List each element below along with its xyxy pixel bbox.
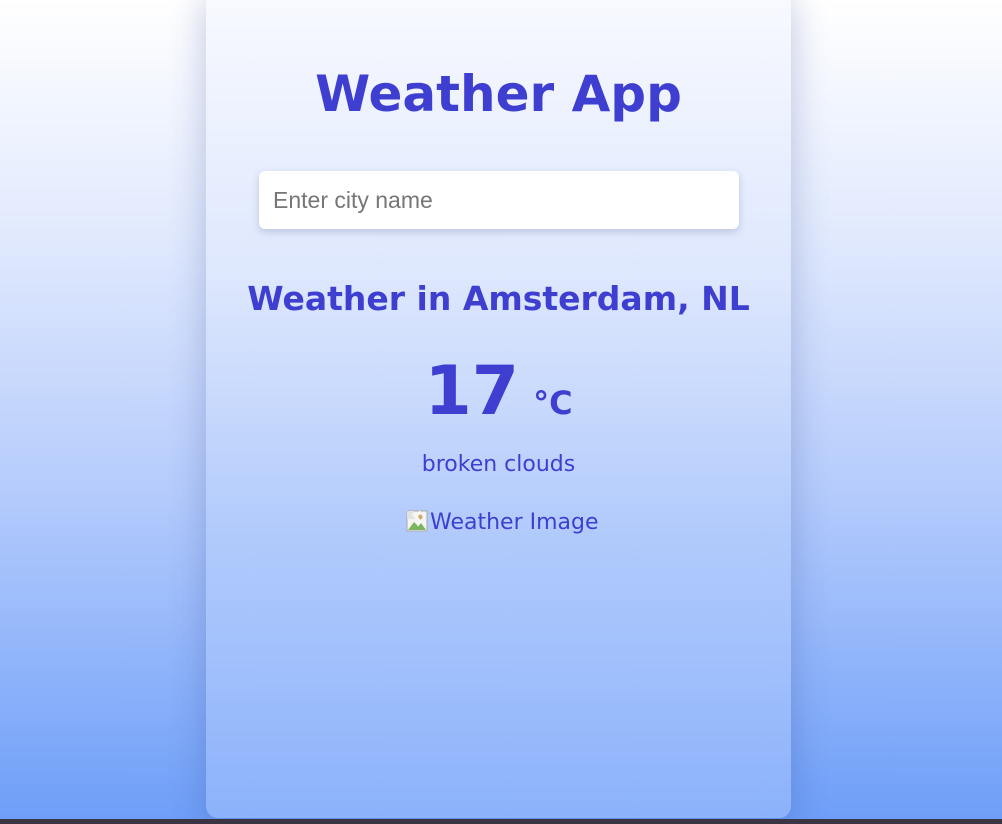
weather-image: Weather Image	[406, 509, 599, 538]
temperature-unit: °C	[533, 384, 573, 422]
city-search-input[interactable]	[259, 171, 739, 229]
app-title: Weather App	[315, 65, 682, 123]
weather-card: Weather App Weather in Amsterdam, NL 17 °…	[206, 0, 791, 818]
temperature-display: 17 °C	[206, 352, 791, 431]
location-heading: Weather in Amsterdam, NL	[247, 279, 750, 318]
temperature-value: 17	[424, 352, 520, 431]
broken-image-icon	[406, 510, 428, 532]
weather-image-alt-text: Weather Image	[430, 510, 599, 535]
search-box	[259, 171, 739, 229]
weather-description: broken clouds	[421, 452, 576, 477]
bottom-border	[0, 819, 1002, 824]
